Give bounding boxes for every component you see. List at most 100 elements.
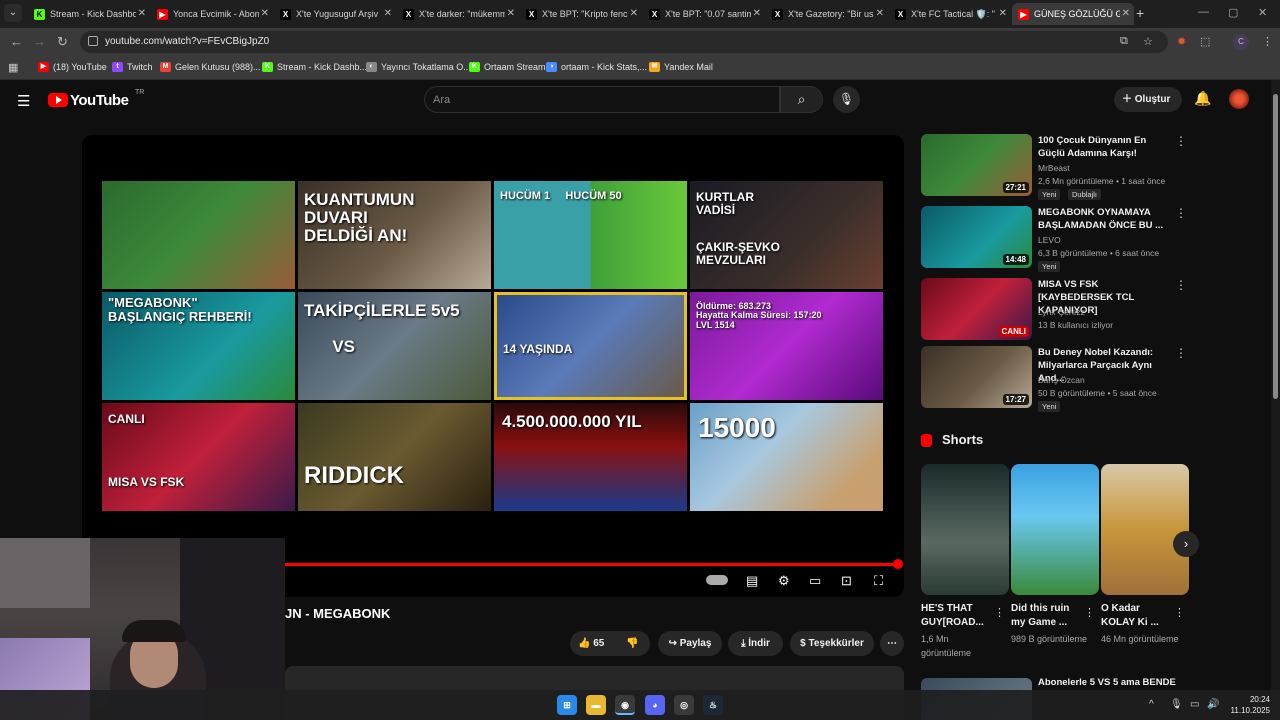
network-icon[interactable]: ▭ (1190, 699, 1199, 710)
grid-video-thumbnail[interactable]: KURTLAR VADİSİ ÇAKIR-ŞEVKO MEVZULARI (690, 181, 883, 289)
omnibox[interactable]: youtube.com/watch?v=FEvCBigJpZ0 ⧉ ☆ (80, 31, 1168, 53)
fullscreen-icon[interactable]: ⛶ (874, 573, 883, 589)
page-scrollbar[interactable] (1271, 80, 1280, 720)
thanks-button[interactable]: $ Teşekkürler (790, 631, 874, 656)
share-button[interactable]: ↪ Paylaş (658, 631, 722, 656)
forward-icon[interactable]: → (33, 34, 46, 49)
close-tab-icon[interactable]: ✕ (630, 3, 638, 25)
bookmark-item[interactable]: K Stream - Kick Dashb... (262, 56, 367, 78)
more-actions-button[interactable]: ⋯ (880, 631, 904, 656)
grid-video-thumbnail[interactable]: CANLI MISA VS FSK (102, 403, 295, 511)
short-title[interactable]: HE'S THAT GUY[ROAD... (921, 602, 993, 630)
recommended-thumbnail[interactable]: 27:21 (921, 134, 1032, 196)
account-avatar[interactable] (1229, 89, 1249, 109)
grid-video-thumbnail[interactable] (102, 181, 295, 289)
bookmark-item[interactable]: K Ortaam Stream (469, 56, 546, 78)
obs-icon[interactable]: ◎ (674, 695, 694, 715)
settings-gear-icon[interactable]: ⚙ (778, 573, 790, 589)
close-tab-icon[interactable]: ✕ (1122, 3, 1130, 25)
close-tab-icon[interactable]: ✕ (753, 3, 761, 25)
short-thumbnail[interactable] (1011, 464, 1099, 595)
close-tab-icon[interactable]: ✕ (384, 3, 392, 25)
close-tab-icon[interactable]: ✕ (876, 3, 884, 25)
apps-grid-icon[interactable]: ▦ (8, 61, 18, 74)
subtitles-icon[interactable]: ▤ (746, 573, 758, 589)
recommended-video[interactable]: 27:21 100 Çocuk Dünyanın En Güçlü Adamına… (921, 134, 1187, 200)
like-button[interactable]: 👍 65 (578, 638, 604, 649)
install-app-icon[interactable]: ⧉ (1120, 35, 1128, 48)
dislike-button[interactable]: 👎 (626, 631, 638, 656)
site-info-icon[interactable] (88, 36, 98, 46)
recommended-title[interactable]: 100 Çocuk Dünyanın En Güçlü Adamına Karş… (1038, 134, 1172, 160)
reload-icon[interactable]: ↻ (57, 34, 68, 50)
recommended-thumbnail[interactable]: 17:27 (921, 346, 1032, 408)
bookmark-star-icon[interactable]: ☆ (1143, 35, 1153, 48)
grid-video-thumbnail[interactable]: 4.500.000.000 YIL (494, 403, 687, 511)
bookmark-item[interactable]: ◐ Yayıncı Tokatlama O... (366, 56, 471, 78)
voice-search-button[interactable]: 🎙 (833, 86, 860, 113)
grid-video-thumbnail[interactable]: RIDDICK (298, 403, 491, 511)
menu-hamburger-icon[interactable]: ☰ (17, 92, 30, 110)
bookmark-item[interactable]: ◑ ortaam - Kick Stats,... (546, 56, 647, 78)
browser-tab[interactable]: K Stream - Kick Dashbo ✕ (28, 3, 150, 25)
more-options-icon[interactable]: ⋮ (1175, 278, 1187, 292)
close-tab-icon[interactable]: ✕ (261, 3, 269, 25)
more-options-icon[interactable]: ⋮ (994, 606, 1005, 619)
close-tab-icon[interactable]: ✕ (507, 3, 515, 25)
file-explorer-icon[interactable]: ▬ (586, 695, 606, 715)
short-thumbnail[interactable] (1101, 464, 1189, 595)
extensions-puzzle-icon[interactable]: ⬚ (1200, 35, 1210, 48)
bookmark-item[interactable]: ▶ (18) YouTube (38, 56, 107, 78)
bookmark-item[interactable]: ✉ Yandex Mail (649, 56, 713, 78)
microphone-tray-icon[interactable]: 🎙 (1170, 699, 1183, 710)
recommended-thumbnail[interactable]: 14:48 (921, 206, 1032, 268)
grid-video-thumbnail[interactable]: 14 YAŞINDA (494, 292, 687, 400)
profile-avatar[interactable]: C (1233, 34, 1249, 50)
video-player[interactable]: KUANTUMUN DUVARI DELDİĞİ AN! HUCÜM 1 HUCÜ… (82, 135, 904, 597)
more-options-icon[interactable]: ⋮ (1174, 606, 1185, 619)
search-input[interactable] (433, 91, 763, 109)
grid-video-thumbnail[interactable]: HUCÜM 1 HUCÜM 50 (494, 181, 687, 289)
back-icon[interactable]: ← (10, 34, 23, 49)
minimize-button[interactable]: — (1198, 6, 1209, 18)
grid-video-thumbnail[interactable]: Öldürme: 683.273 Hayatta Kalma Süresi: 1… (690, 292, 883, 400)
close-tab-icon[interactable]: ✕ (999, 3, 1007, 25)
browser-tab[interactable]: X X'te Gazetory: "Bir us ✕ (766, 3, 888, 25)
recommended-video[interactable]: 17:27 Bu Deney Nobel Kazandı: Milyarlarca… (921, 346, 1187, 412)
close-window-button[interactable]: ✕ (1258, 6, 1267, 19)
bookmark-item[interactable]: M Gelen Kutusu (988)... (160, 56, 261, 78)
close-tab-icon[interactable]: ✕ (138, 3, 146, 25)
grid-video-thumbnail[interactable]: KUANTUMUN DUVARI DELDİĞİ AN! (298, 181, 491, 289)
volume-icon[interactable]: 🔊 (1207, 699, 1219, 710)
browser-tab[interactable]: ▶ Yonca Evcimik - Abon ✕ (151, 3, 273, 25)
more-options-icon[interactable]: ⋮ (1175, 206, 1187, 220)
chrome-icon[interactable]: ◉ (615, 695, 635, 715)
channel-name[interactable]: Lynx Çerezz (1038, 307, 1085, 317)
recommended-title[interactable]: MEGABONK OYNAMAYA BAŞLAMADAN ÖNCE BU ... (1038, 206, 1172, 232)
browser-tab[interactable]: X X'te darker: "mükemm ✕ (397, 3, 519, 25)
grid-video-thumbnail[interactable]: "MEGABONK" BAŞLANGIÇ REHBERİ! (102, 292, 295, 400)
channel-name[interactable]: LEVO (1038, 235, 1061, 245)
tray-chevron-icon[interactable]: ^ (1149, 699, 1154, 710)
more-options-icon[interactable]: ⋮ (1084, 606, 1095, 619)
next-recommendation-title[interactable]: Abonelerle 5 VS 5 ama BENDE (1038, 677, 1176, 688)
autoplay-toggle[interactable] (706, 575, 728, 585)
url-text[interactable]: youtube.com/watch?v=FEvCBigJpZ0 (105, 31, 269, 53)
steam-icon[interactable]: ♨ (703, 695, 723, 715)
progress-scrubber[interactable] (893, 559, 903, 569)
short-thumbnail[interactable] (921, 464, 1009, 595)
bookmark-item[interactable]: t Twitch (112, 56, 153, 78)
recommended-video[interactable]: 14:48 MEGABONK OYNAMAYA BAŞLAMADAN ÖNCE B… (921, 206, 1187, 272)
shorts-next-button[interactable]: › (1173, 531, 1199, 557)
search-box[interactable] (424, 86, 780, 113)
notifications-bell-icon[interactable]: 🔔 (1194, 90, 1211, 107)
scrollbar-thumb[interactable] (1273, 94, 1278, 399)
download-button[interactable]: ⤓ İndir (728, 631, 783, 656)
grid-video-thumbnail[interactable]: 15000 (690, 403, 883, 511)
search-button[interactable]: ⌕ (780, 86, 823, 113)
create-button[interactable]: ＋ Oluştur (1114, 87, 1182, 112)
maximize-button[interactable]: ▢ (1228, 6, 1238, 19)
tab-search-button[interactable]: ⌄ (4, 4, 22, 22)
progress-bar[interactable] (285, 559, 903, 569)
more-options-icon[interactable]: ⋮ (1175, 346, 1187, 360)
